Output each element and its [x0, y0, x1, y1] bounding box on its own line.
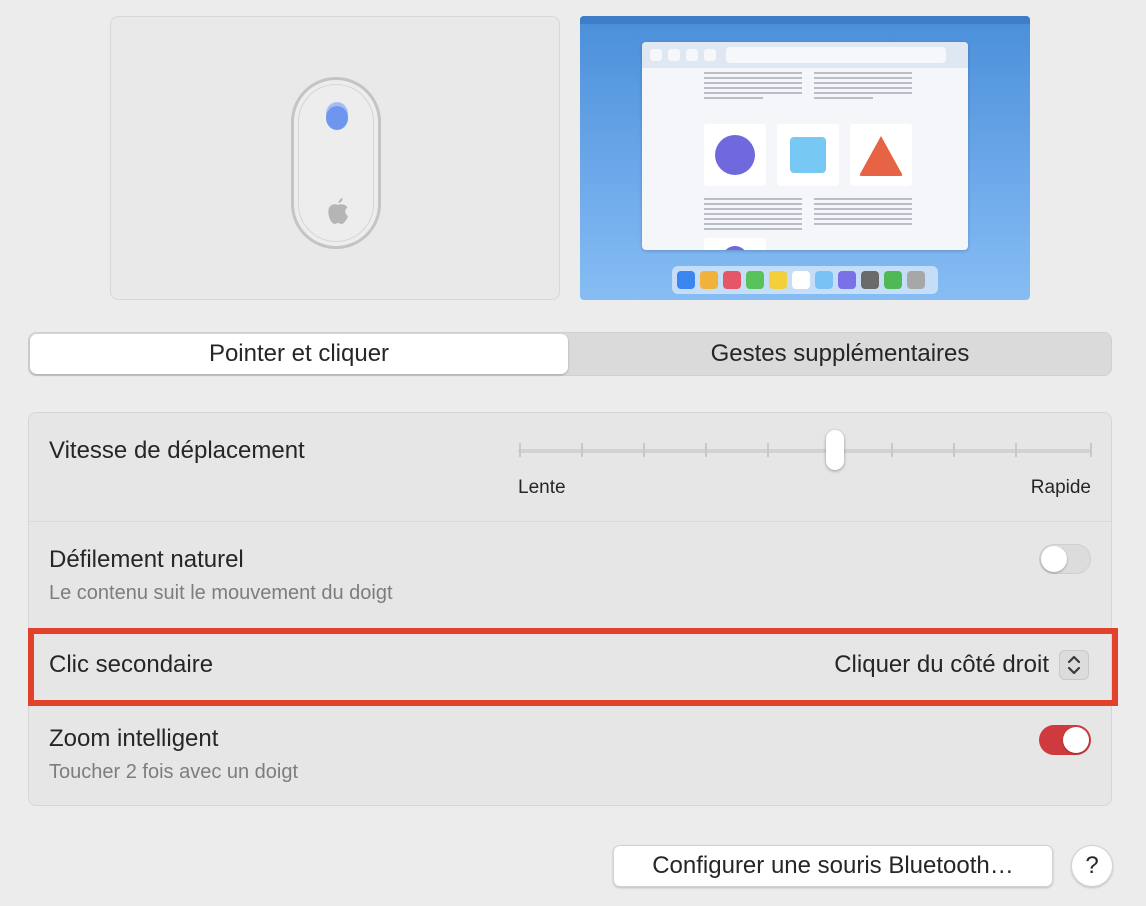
- text-lines: [814, 198, 912, 228]
- dock: [672, 266, 938, 294]
- help-button[interactable]: ?: [1071, 845, 1113, 887]
- dock-app-icon: [723, 271, 741, 289]
- window-toolbar: [642, 42, 968, 68]
- highlight-annotation: [28, 628, 1118, 706]
- toolbar-button-icon: [668, 49, 680, 61]
- toggle-knob: [1041, 546, 1067, 572]
- slider-tick: [953, 443, 955, 457]
- smart-zoom-row: Zoom intelligent Toucher 2 fois avec un …: [29, 707, 1111, 805]
- settings-list: Vitesse de déplacement Lente Rapide Défi…: [28, 412, 1112, 806]
- dock-app-icon: [907, 271, 925, 289]
- dock-app-icon: [677, 271, 695, 289]
- tab-pointer-and-click[interactable]: Pointer et cliquer: [30, 334, 568, 374]
- slider-max-label: Rapide: [1030, 477, 1091, 498]
- natural-scrolling-toggle[interactable]: [1039, 544, 1091, 574]
- slider-tick: [705, 443, 707, 457]
- natural-scrolling-label: Défilement naturel: [49, 546, 244, 573]
- text-lines: [704, 198, 802, 233]
- mouse-preview-panel: [110, 16, 560, 300]
- slider-tick: [519, 443, 521, 457]
- tracking-speed-label: Vitesse de déplacement: [49, 437, 305, 464]
- smart-zoom-label: Zoom intelligent: [49, 725, 219, 752]
- tracking-speed-slider[interactable]: [518, 449, 1092, 453]
- tab-more-gestures[interactable]: Gestes supplémentaires: [569, 334, 1111, 374]
- toolbar-button-icon: [704, 49, 716, 61]
- dock-app-icon: [792, 271, 810, 289]
- dock-app-icon: [746, 271, 764, 289]
- triangle-icon: [859, 136, 903, 176]
- slider-knob[interactable]: [826, 430, 844, 470]
- text-lines: [814, 72, 912, 102]
- configure-bluetooth-mouse-button[interactable]: Configurer une souris Bluetooth…: [613, 845, 1053, 887]
- toolbar-button-icon: [686, 49, 698, 61]
- dock-app-icon: [700, 271, 718, 289]
- dock-app-icon: [815, 271, 833, 289]
- toggle-knob: [1063, 727, 1089, 753]
- slider-min-label: Lente: [518, 477, 566, 498]
- circle-icon: [715, 135, 755, 175]
- circle-icon: [722, 246, 748, 250]
- desktop-preview-panel: [580, 16, 1030, 300]
- slider-tick: [1090, 443, 1092, 457]
- dock-app-icon: [838, 271, 856, 289]
- tab-switcher: Pointer et cliquer Gestes supplémentaire…: [28, 332, 1112, 376]
- dock-app-icon: [884, 271, 902, 289]
- preview-window: [642, 42, 968, 250]
- text-lines: [704, 72, 802, 102]
- square-card: [777, 124, 839, 186]
- smart-zoom-description: Toucher 2 fois avec un doigt: [49, 761, 299, 783]
- menu-bar: [580, 16, 1030, 24]
- slider-tick: [1015, 443, 1017, 457]
- apple-logo-icon: [328, 198, 348, 224]
- slider-tick: [643, 443, 645, 457]
- partial-card: [704, 238, 766, 250]
- dock-app-icon: [861, 271, 879, 289]
- slider-tick: [767, 443, 769, 457]
- natural-scrolling-row: Défilement naturel Le contenu suit le mo…: [29, 522, 1111, 628]
- tracking-speed-row: Vitesse de déplacement Lente Rapide: [29, 413, 1111, 521]
- dock-app-icon: [769, 271, 787, 289]
- natural-scrolling-description: Le contenu suit le mouvement du doigt: [49, 582, 393, 604]
- address-bar: [726, 47, 946, 63]
- click-indicator-dot: [326, 106, 348, 130]
- toolbar-button-icon: [650, 49, 662, 61]
- smart-zoom-toggle[interactable]: [1039, 725, 1091, 755]
- slider-tick: [581, 443, 583, 457]
- magic-mouse-icon: [291, 77, 381, 249]
- circle-card: [704, 124, 766, 186]
- triangle-card: [850, 124, 912, 186]
- square-icon: [790, 137, 826, 173]
- slider-tick: [891, 443, 893, 457]
